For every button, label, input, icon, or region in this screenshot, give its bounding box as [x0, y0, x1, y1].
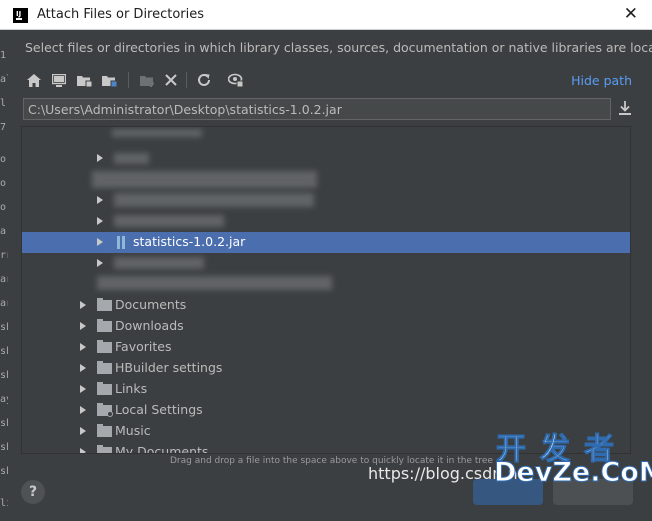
tree-item-label: Favorites: [115, 339, 172, 354]
delete-icon[interactable]: [161, 70, 181, 90]
home-icon[interactable]: [24, 70, 44, 90]
tree-row-obscured[interactable]: [22, 253, 630, 274]
path-input[interactable]: [23, 98, 611, 120]
hide-path-link[interactable]: Hide path: [571, 73, 632, 88]
tree-row-hbuilder-settings[interactable]: HBuilder settings: [22, 358, 630, 379]
expand-arrow-icon[interactable]: [97, 259, 103, 267]
tree-row-obscured[interactable]: [22, 190, 630, 211]
tree-item-label: My Documents: [115, 444, 209, 454]
tree-row-downloads[interactable]: Downloads: [22, 316, 630, 337]
tree-row-obscured[interactable]: [22, 148, 630, 169]
ide-fragment: 1: [0, 50, 7, 61]
expand-arrow-icon[interactable]: [80, 343, 86, 351]
pixelated-region: [97, 276, 332, 290]
dialog-description: Select files or directories in which lib…: [25, 40, 652, 55]
pixelated-region: [114, 215, 224, 227]
help-icon[interactable]: ?: [21, 480, 45, 504]
watermark-logo-en: DevZe.CoM: [494, 457, 652, 489]
tree-row-links[interactable]: Links: [22, 379, 630, 400]
tree-item-label: Documents: [115, 297, 187, 312]
window-title: Attach Files or Directories: [37, 7, 205, 22]
pixelated-region: [114, 193, 314, 207]
download-icon[interactable]: [618, 100, 634, 118]
tree-row-obscured[interactable]: [22, 211, 630, 232]
special-folder-icon: [97, 403, 113, 417]
ide-fragment: o: [0, 202, 7, 213]
folder-icon: [97, 382, 112, 395]
expand-arrow-icon[interactable]: [97, 217, 103, 225]
expand-arrow-icon[interactable]: [97, 238, 103, 246]
desktop-icon[interactable]: [49, 70, 69, 90]
folder-icon: [97, 424, 112, 437]
intellij-logo-icon: IJ: [13, 8, 28, 23]
expand-arrow-icon[interactable]: [80, 406, 86, 414]
special-folder-icon: [97, 445, 112, 453]
expand-arrow-icon[interactable]: [97, 154, 103, 162]
close-icon[interactable]: ✕: [624, 5, 638, 23]
file-tree[interactable]: statistics-1.0.2.jar Documents Downloads…: [21, 126, 631, 454]
tree-item-label: statistics-1.0.2.jar: [133, 234, 246, 249]
ide-fragment: a: [0, 226, 7, 237]
folder-icon: [97, 319, 112, 332]
tree-row-obscured[interactable]: [22, 169, 630, 190]
pixelated-region: [114, 153, 149, 164]
tree-item-label: Downloads: [115, 318, 184, 333]
refresh-icon[interactable]: [194, 70, 214, 90]
tree-row-documents[interactable]: Documents: [22, 295, 630, 316]
tree-row-selected[interactable]: statistics-1.0.2.jar: [22, 232, 630, 253]
folder-icon: [97, 361, 112, 374]
new-folder-icon[interactable]: [137, 70, 157, 90]
expand-arrow-icon[interactable]: [97, 196, 103, 204]
toolbar-separator: [186, 72, 187, 88]
tree-row-obscured[interactable]: [22, 127, 630, 148]
pixelated-region: [92, 171, 317, 188]
pixelated-region: [114, 257, 204, 269]
expand-arrow-icon[interactable]: [80, 322, 86, 330]
folder-icon: [97, 340, 112, 353]
expand-arrow-icon[interactable]: [80, 301, 86, 309]
expand-arrow-icon[interactable]: [80, 385, 86, 393]
jar-file-icon: [117, 236, 126, 249]
tree-item-label: Music: [115, 423, 151, 438]
pixelated-region: [112, 129, 202, 137]
background-ide-strip: 1 ale l. 7 o o o a rri ar ar sh sh sh ay…: [0, 30, 18, 521]
tree-item-label: Links: [115, 381, 148, 396]
tree-row-favorites[interactable]: Favorites: [22, 337, 630, 358]
expand-arrow-icon[interactable]: [80, 448, 86, 453]
module-folder-icon[interactable]: [99, 70, 119, 90]
toolbar-separator: [128, 72, 129, 88]
tree-item-label: HBuilder settings: [115, 360, 223, 375]
show-hidden-icon[interactable]: [226, 70, 246, 90]
ide-fragment: o: [0, 178, 7, 189]
tree-row-obscured[interactable]: [22, 274, 630, 295]
tree-item-label: Local Settings: [115, 402, 203, 417]
title-bar: IJ Attach Files or Directories ✕: [0, 0, 652, 30]
project-folder-icon[interactable]: [74, 70, 94, 90]
ide-fragment: o: [0, 154, 7, 165]
expand-arrow-icon[interactable]: [80, 427, 86, 435]
tree-row-local-settings[interactable]: Local Settings: [22, 400, 630, 421]
ide-fragment: 7: [0, 122, 7, 133]
folder-icon: [97, 298, 112, 311]
expand-arrow-icon[interactable]: [80, 364, 86, 372]
